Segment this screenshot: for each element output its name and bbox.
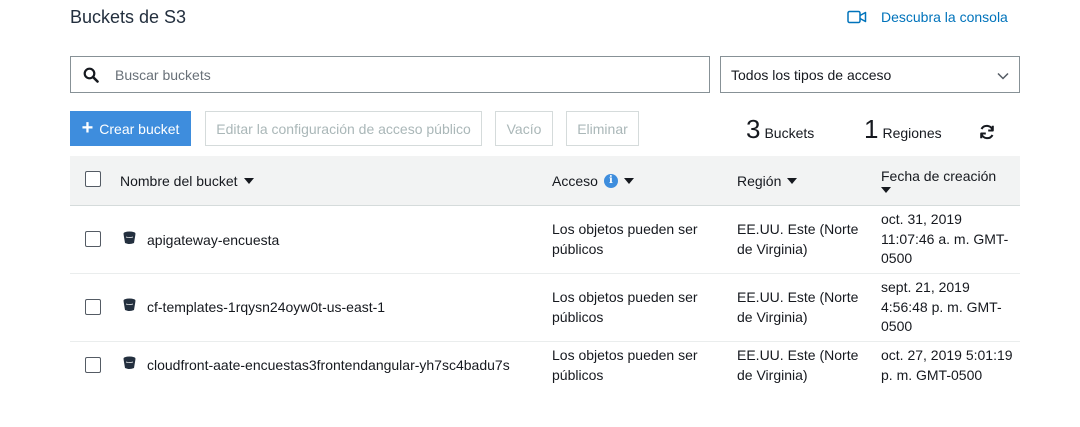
created-text-line: p. m. GMT-0500 [881, 366, 983, 383]
region-text-line: EE.UU. Este (Norte [737, 347, 859, 363]
search-box [70, 56, 710, 93]
created-cell: sept. 21, 2019 4:56:48 p. m. GMT- 0500 [881, 278, 1002, 337]
created-cell: oct. 27, 2019 5:01:19 p. m. GMT-0500 [881, 346, 1013, 385]
created-text-line: oct. 31, 2019 [881, 211, 962, 227]
access-text-line: Los objetos pueden ser [552, 221, 698, 237]
access-text-line: públicos [552, 308, 604, 325]
delete-button[interactable]: Eliminar [566, 111, 639, 146]
create-bucket-button[interactable]: + Crear bucket [70, 111, 191, 146]
access-cell: Los objetos pueden ser públicos [552, 346, 698, 385]
column-header-created[interactable]: Fecha de creación [881, 156, 996, 205]
column-header-access-label: Acceso [552, 172, 598, 189]
region-text-line: de Virginia) [737, 308, 808, 325]
table-row[interactable]: apigateway-encuesta Los objetos pueden s… [70, 206, 1020, 274]
bucket-icon [122, 297, 137, 318]
access-text-line: Los objetos pueden ser [552, 347, 698, 363]
info-icon[interactable]: i [603, 173, 618, 188]
search-icon [71, 67, 111, 83]
plus-icon: + [81, 116, 94, 139]
created-text-line: 11:07:46 a. m. GMT- [881, 230, 1009, 247]
buckets-count-label: Buckets [764, 125, 815, 141]
bucket-icon [122, 230, 137, 251]
access-text-line: públicos [552, 366, 604, 383]
access-text-line: Los objetos pueden ser [552, 289, 698, 305]
discover-console-link[interactable]: Descubra la consola [847, 9, 1008, 25]
chevron-down-icon [997, 67, 1009, 83]
create-bucket-label: Crear bucket [99, 120, 180, 137]
sort-caret-icon [787, 177, 798, 184]
region-text-line: de Virginia) [737, 240, 808, 257]
bucket-name-cell[interactable]: cloudfront-aate-encuestas3frontendangula… [122, 355, 510, 376]
region-cell: EE.UU. Este (Norte de Virginia) [737, 220, 858, 259]
created-text-line: 0500 [881, 318, 913, 334]
refresh-icon[interactable] [978, 123, 996, 146]
edit-public-access-button[interactable]: Editar la configuración de acceso públic… [205, 111, 482, 146]
table-row[interactable]: cf-templates-1rqysn24oyw0t-us-east-1 Los… [70, 274, 1020, 342]
created-text-line: oct. 27, 2019 5:01:19 [881, 347, 1013, 363]
table-header: Nombre del bucket Acceso i Región Fecha … [70, 156, 1020, 206]
column-header-region-label: Región [737, 172, 782, 189]
sort-caret-icon [881, 187, 891, 193]
created-text-line: 4:56:48 p. m. GMT- [881, 298, 1002, 315]
created-text-line: 0500 [881, 250, 913, 266]
sort-caret-icon [243, 177, 254, 184]
access-type-selected: Todos los tipos de acceso [731, 66, 892, 83]
bucket-name[interactable]: cloudfront-aate-encuestas3frontendangula… [147, 356, 510, 376]
column-header-access[interactable]: Acceso i [552, 156, 634, 205]
region-cell: EE.UU. Este (Norte de Virginia) [737, 346, 858, 385]
bucket-icon [122, 355, 137, 376]
access-cell: Los objetos pueden ser públicos [552, 288, 698, 327]
region-cell: EE.UU. Este (Norte de Virginia) [737, 288, 858, 327]
access-cell: Los objetos pueden ser públicos [552, 220, 698, 259]
region-text-line: EE.UU. Este (Norte [737, 221, 859, 237]
column-header-name[interactable]: Nombre del bucket [120, 156, 254, 205]
regions-count-label: Regiones [882, 125, 942, 141]
row-checkbox[interactable] [85, 357, 101, 373]
column-header-name-label: Nombre del bucket [120, 172, 238, 189]
bucket-name[interactable]: apigateway-encuesta [147, 231, 279, 251]
bucket-name[interactable]: cf-templates-1rqysn24oyw0t-us-east-1 [147, 298, 385, 318]
row-checkbox[interactable] [85, 231, 101, 247]
table-row[interactable]: cloudfront-aate-encuestas3frontendangula… [70, 342, 1020, 392]
bucket-name-cell[interactable]: apigateway-encuesta [122, 230, 279, 251]
access-type-select[interactable]: Todos los tipos de acceso [720, 56, 1020, 93]
page-title: Buckets de S3 [70, 7, 187, 27]
access-text-line: públicos [552, 240, 604, 257]
discover-console-label: Descubra la consola [881, 9, 1008, 25]
region-text-line: de Virginia) [737, 366, 808, 383]
buckets-count-number: 3 [746, 114, 761, 144]
column-header-region[interactable]: Región [737, 156, 798, 205]
column-header-created-label: Fecha de creación [881, 168, 997, 184]
bucket-name-cell[interactable]: cf-templates-1rqysn24oyw0t-us-east-1 [122, 297, 385, 318]
row-checkbox[interactable] [85, 299, 101, 315]
regions-count-number: 1 [864, 114, 879, 144]
region-text-line: EE.UU. Este (Norte [737, 289, 859, 305]
empty-button[interactable]: Vacío [495, 111, 553, 146]
created-text-line: sept. 21, 2019 [881, 279, 970, 295]
created-cell: oct. 31, 2019 11:07:46 a. m. GMT- 0500 [881, 210, 1008, 269]
search-input[interactable] [111, 66, 709, 83]
sort-caret-icon [623, 177, 634, 184]
buckets-count: 3 Buckets [746, 114, 814, 145]
select-all-checkbox[interactable] [85, 171, 101, 187]
regions-count: 1 Regiones [864, 114, 942, 145]
video-camera-icon [847, 10, 867, 24]
